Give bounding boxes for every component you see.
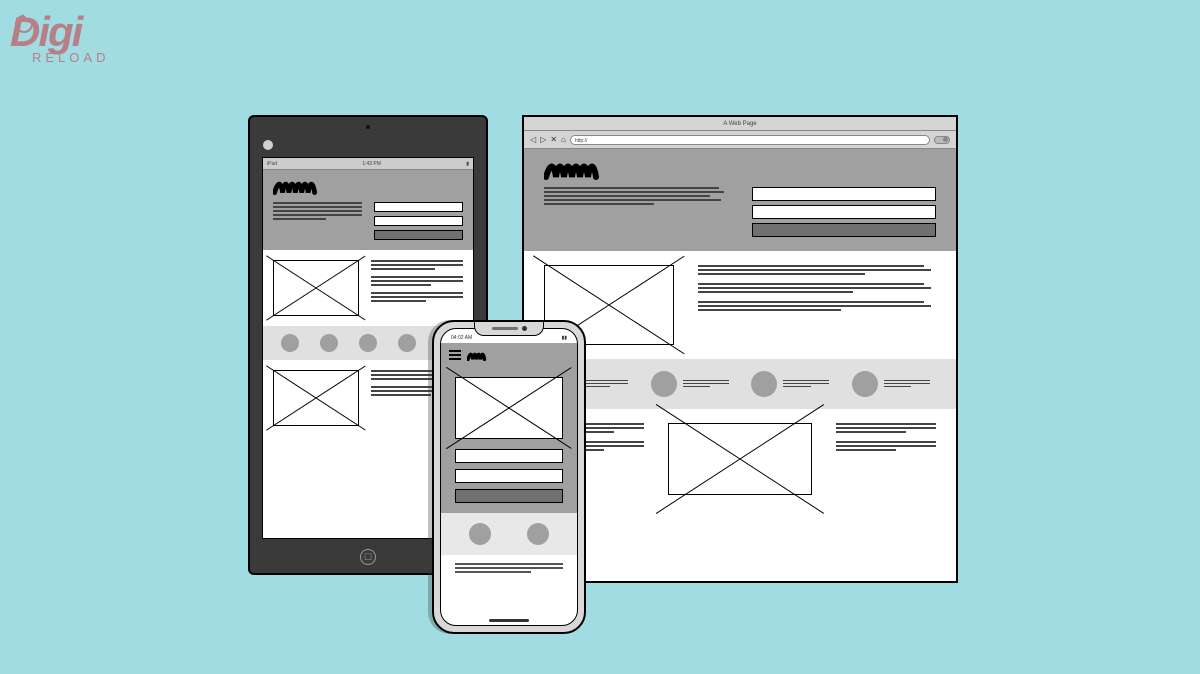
footer-text-placeholder bbox=[836, 423, 936, 495]
reload-icon bbox=[12, 12, 36, 36]
speaker-icon bbox=[492, 327, 518, 330]
footer-section bbox=[524, 409, 956, 509]
clock-label: 1:43 PM bbox=[362, 161, 381, 167]
logo-scribble-icon bbox=[544, 159, 936, 181]
phone-screen: 04:02 AM ▮▮ bbox=[440, 328, 578, 626]
image-placeholder bbox=[273, 370, 359, 426]
avatar-item bbox=[398, 334, 416, 352]
image-placeholder bbox=[455, 377, 563, 439]
media-section bbox=[524, 251, 956, 359]
avatar-item bbox=[852, 371, 930, 397]
brand-logo: Digi RELOAD bbox=[10, 8, 109, 65]
avatar-item bbox=[751, 371, 829, 397]
media-section bbox=[263, 250, 473, 326]
image-placeholder bbox=[668, 423, 812, 495]
avatar-icon bbox=[359, 334, 377, 352]
text-field[interactable] bbox=[374, 202, 463, 212]
brand-subtitle: RELOAD bbox=[32, 50, 109, 65]
avatar-icon bbox=[527, 523, 549, 545]
hero-section bbox=[524, 149, 956, 251]
carrier-label: iPad bbox=[267, 161, 277, 167]
avatar-icon bbox=[398, 334, 416, 352]
home-indicator[interactable] bbox=[489, 619, 529, 622]
camera-icon bbox=[522, 326, 527, 331]
avatar-icon bbox=[751, 371, 777, 397]
signal-icon: ▮▮ bbox=[561, 335, 567, 341]
home-button[interactable]: ☐ bbox=[360, 549, 376, 565]
close-icon[interactable]: ✕ bbox=[550, 135, 557, 144]
clock-label: 04:02 AM bbox=[451, 335, 472, 341]
avatar-icon bbox=[469, 523, 491, 545]
avatar-item bbox=[651, 371, 729, 397]
phone-hero bbox=[441, 369, 577, 513]
submit-button[interactable] bbox=[752, 223, 936, 237]
forward-icon[interactable]: ▷ bbox=[540, 135, 546, 144]
android-icon bbox=[262, 139, 274, 151]
text-field[interactable] bbox=[455, 469, 563, 483]
hamburger-icon[interactable] bbox=[449, 350, 461, 362]
image-placeholder bbox=[273, 260, 359, 316]
logo-scribble-icon bbox=[467, 349, 501, 363]
hero-form bbox=[752, 187, 936, 237]
text-field[interactable] bbox=[752, 187, 936, 201]
browser-titlebar: A Web Page bbox=[524, 117, 956, 131]
hero-section bbox=[263, 170, 473, 250]
url-input[interactable]: http:// bbox=[570, 135, 930, 145]
toggle-switch[interactable] bbox=[934, 136, 950, 144]
tablet-statusbar: iPad 1:43 PM ▮ bbox=[263, 158, 473, 170]
body-text-placeholder bbox=[371, 260, 463, 316]
avatar-icon bbox=[281, 334, 299, 352]
avatar-item bbox=[359, 334, 377, 352]
avatar-icon bbox=[320, 334, 338, 352]
back-icon[interactable]: ◁ bbox=[530, 135, 536, 144]
camera-icon bbox=[366, 125, 370, 129]
avatar-item bbox=[281, 334, 299, 352]
browser-toolbar: ◁ ▷ ✕ ⌂ http:// bbox=[524, 131, 956, 149]
submit-button[interactable] bbox=[374, 230, 463, 240]
text-field[interactable] bbox=[374, 216, 463, 226]
avatar-icon bbox=[651, 371, 677, 397]
text-field[interactable] bbox=[455, 449, 563, 463]
app-topbar bbox=[441, 343, 577, 369]
logo-scribble-icon bbox=[273, 178, 463, 196]
text-field[interactable] bbox=[752, 205, 936, 219]
avatar-item bbox=[320, 334, 338, 352]
browser-window-mockup: A Web Page ◁ ▷ ✕ ⌂ http:// bbox=[522, 115, 958, 583]
submit-button[interactable] bbox=[455, 489, 563, 503]
phone-notch bbox=[474, 322, 544, 336]
body-text-placeholder bbox=[698, 265, 936, 345]
browser-viewport bbox=[524, 149, 956, 581]
phone-mockup: 04:02 AM ▮▮ bbox=[432, 320, 586, 634]
avatar-strip bbox=[441, 513, 577, 555]
phone-lower-section bbox=[441, 555, 577, 583]
battery-icon: ▮ bbox=[466, 161, 469, 167]
avatar-icon bbox=[852, 371, 878, 397]
hero-form bbox=[374, 202, 463, 240]
home-icon[interactable]: ⌂ bbox=[561, 135, 566, 144]
hero-text-placeholder bbox=[273, 202, 362, 240]
hero-text-placeholder bbox=[544, 187, 728, 237]
avatar-strip bbox=[524, 359, 956, 409]
